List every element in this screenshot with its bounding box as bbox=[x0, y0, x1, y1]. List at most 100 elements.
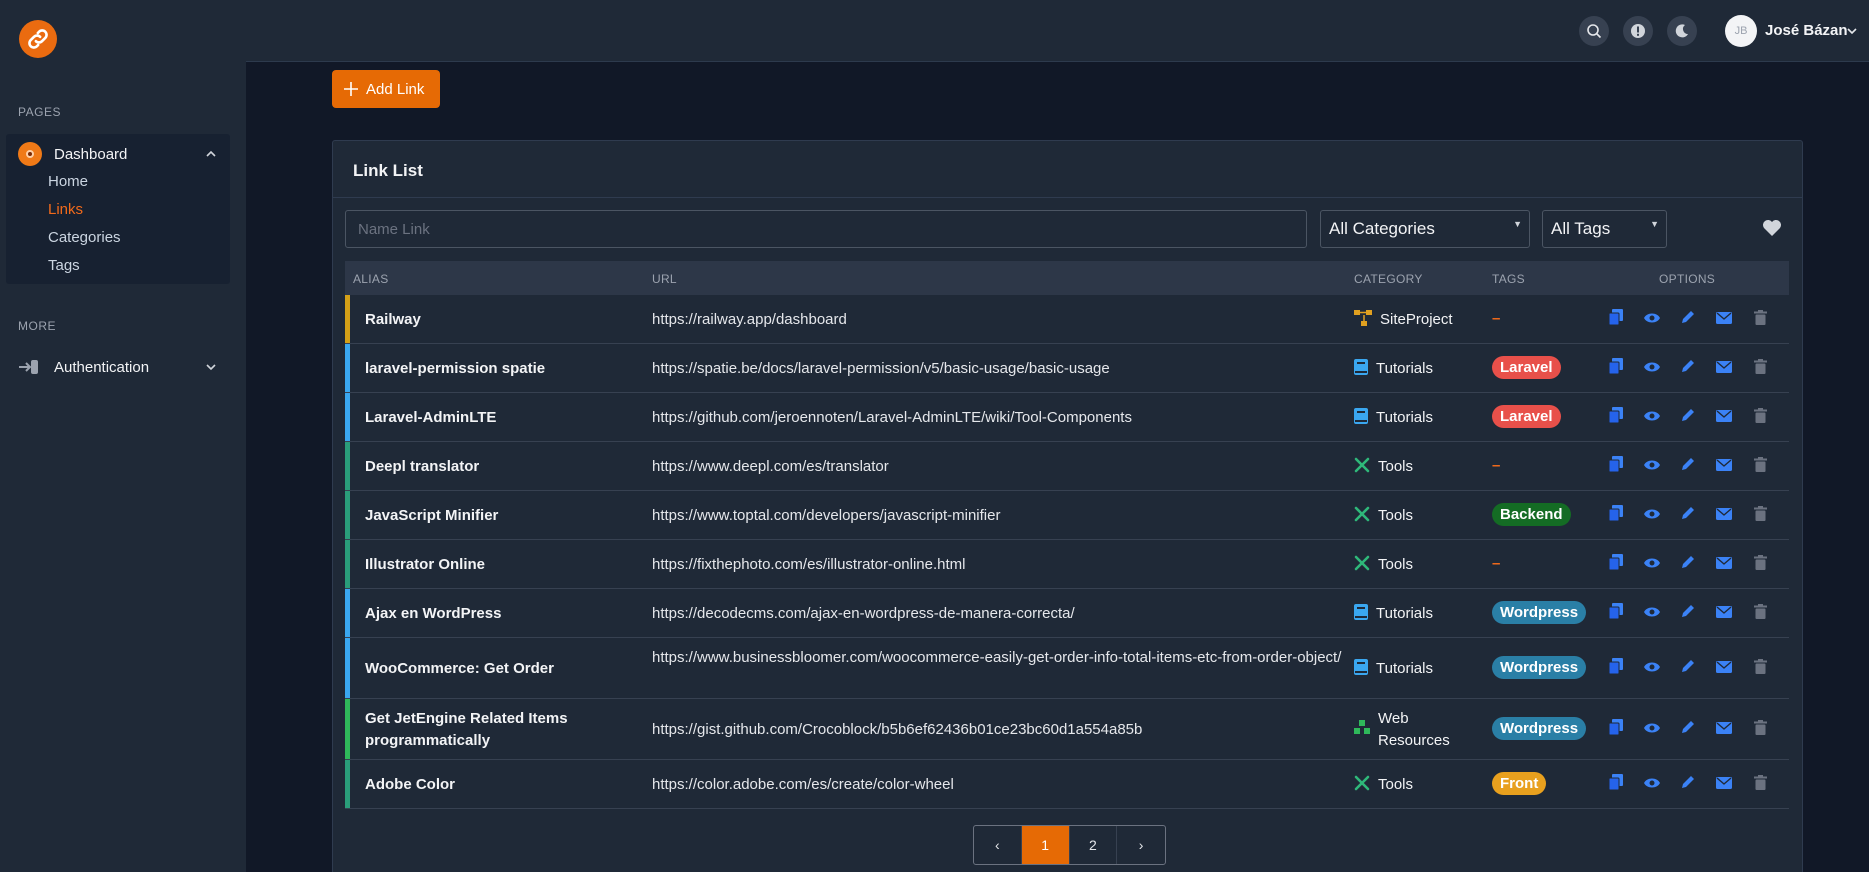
edit-button[interactable] bbox=[1679, 360, 1697, 378]
link-url[interactable]: https://fixthephoto.com/es/illustrator-o… bbox=[652, 554, 1342, 576]
category-select[interactable]: All Categories ▼ bbox=[1320, 210, 1530, 248]
trash-icon bbox=[1753, 309, 1767, 330]
copy-button[interactable] bbox=[1607, 774, 1625, 794]
name-link-input[interactable] bbox=[345, 210, 1307, 248]
tags-select[interactable]: All Tags ▼ bbox=[1542, 210, 1667, 248]
user-menu-chevron-icon[interactable] bbox=[1846, 25, 1858, 37]
add-link-button[interactable]: Add Link bbox=[332, 70, 440, 108]
copy-button[interactable] bbox=[1607, 407, 1625, 427]
no-tag-dash: – bbox=[1492, 309, 1501, 327]
email-button[interactable] bbox=[1715, 721, 1733, 739]
copy-button[interactable] bbox=[1607, 554, 1625, 574]
link-category: Tools bbox=[1354, 554, 1413, 576]
copy-button[interactable] bbox=[1607, 505, 1625, 525]
sidebar-item-home[interactable]: Home bbox=[48, 173, 88, 190]
link-url[interactable]: https://github.com/jeroennoten/Laravel-A… bbox=[652, 407, 1342, 429]
edit-button[interactable] bbox=[1679, 311, 1697, 329]
email-button[interactable] bbox=[1715, 360, 1733, 378]
link-logo-icon bbox=[28, 29, 48, 49]
email-button[interactable] bbox=[1715, 458, 1733, 476]
delete-button[interactable] bbox=[1751, 554, 1769, 574]
category-label: Tools bbox=[1378, 775, 1414, 793]
sidebar-item-links[interactable]: Links bbox=[48, 201, 83, 218]
table-row: Ajax en WordPress https://decodecms.com/a… bbox=[345, 589, 1789, 638]
view-button[interactable] bbox=[1643, 507, 1661, 525]
edit-button[interactable] bbox=[1679, 605, 1697, 623]
pagination-next[interactable]: › bbox=[1117, 826, 1165, 864]
delete-button[interactable] bbox=[1751, 456, 1769, 476]
view-button[interactable] bbox=[1643, 556, 1661, 574]
delete-button[interactable] bbox=[1751, 603, 1769, 623]
search-button[interactable] bbox=[1579, 16, 1609, 46]
category-color-bar bbox=[345, 491, 350, 539]
edit-button[interactable] bbox=[1679, 556, 1697, 574]
link-url[interactable]: https://decodecms.com/ajax-en-wordpress-… bbox=[652, 603, 1342, 625]
edit-button[interactable] bbox=[1679, 776, 1697, 794]
delete-button[interactable] bbox=[1751, 358, 1769, 378]
delete-button[interactable] bbox=[1751, 774, 1769, 794]
email-button[interactable] bbox=[1715, 556, 1733, 574]
table-row: Get JetEngine Related Items programmatic… bbox=[345, 699, 1789, 760]
avatar[interactable]: JB bbox=[1725, 15, 1757, 47]
row-options bbox=[1607, 774, 1769, 794]
link-url[interactable]: https://gist.github.com/Crocoblock/b5b6e… bbox=[652, 719, 1342, 741]
email-button[interactable] bbox=[1715, 409, 1733, 427]
email-button[interactable] bbox=[1715, 311, 1733, 329]
delete-button[interactable] bbox=[1751, 719, 1769, 739]
edit-button[interactable] bbox=[1679, 458, 1697, 476]
delete-button[interactable] bbox=[1751, 407, 1769, 427]
copy-button[interactable] bbox=[1607, 719, 1625, 739]
delete-button[interactable] bbox=[1751, 505, 1769, 525]
copy-button[interactable] bbox=[1607, 456, 1625, 476]
user-name[interactable]: José Bázan bbox=[1765, 22, 1848, 39]
theme-toggle-button[interactable] bbox=[1667, 16, 1697, 46]
pagination-page-1[interactable]: 1 bbox=[1021, 826, 1070, 864]
email-button[interactable] bbox=[1715, 776, 1733, 794]
view-button[interactable] bbox=[1643, 360, 1661, 378]
eye-icon bbox=[1643, 605, 1661, 623]
view-button[interactable] bbox=[1643, 311, 1661, 329]
edit-button[interactable] bbox=[1679, 409, 1697, 427]
view-button[interactable] bbox=[1643, 776, 1661, 794]
link-url[interactable]: https://www.businessbloomer.com/woocomme… bbox=[652, 647, 1342, 669]
mail-icon bbox=[1716, 660, 1732, 678]
sidebar-item-tags[interactable]: Tags bbox=[48, 257, 80, 274]
copy-button[interactable] bbox=[1607, 603, 1625, 623]
moon-icon bbox=[1675, 24, 1688, 38]
link-url[interactable]: https://color.adobe.com/es/create/color-… bbox=[652, 774, 1342, 796]
pagination-page-2[interactable]: 2 bbox=[1070, 826, 1118, 864]
view-button[interactable] bbox=[1643, 660, 1661, 678]
edit-button[interactable] bbox=[1679, 660, 1697, 678]
link-url[interactable]: https://www.toptal.com/developers/javasc… bbox=[652, 505, 1342, 527]
heart-icon[interactable] bbox=[1762, 219, 1782, 237]
view-button[interactable] bbox=[1643, 409, 1661, 427]
sidebar-item-authentication[interactable]: Authentication bbox=[18, 356, 218, 378]
email-button[interactable] bbox=[1715, 605, 1733, 623]
copy-icon bbox=[1608, 358, 1623, 379]
edit-button[interactable] bbox=[1679, 721, 1697, 739]
app-logo[interactable] bbox=[19, 20, 57, 58]
view-button[interactable] bbox=[1643, 605, 1661, 623]
email-button[interactable] bbox=[1715, 660, 1733, 678]
sidebar-item-categories[interactable]: Categories bbox=[48, 229, 121, 246]
email-button[interactable] bbox=[1715, 507, 1733, 525]
notifications-button[interactable] bbox=[1623, 16, 1653, 46]
copy-button[interactable] bbox=[1607, 309, 1625, 329]
category-label: Tutorials bbox=[1376, 659, 1433, 677]
edit-button[interactable] bbox=[1679, 507, 1697, 525]
view-button[interactable] bbox=[1643, 721, 1661, 739]
link-url[interactable]: https://railway.app/dashboard bbox=[652, 309, 1342, 331]
copy-button[interactable] bbox=[1607, 358, 1625, 379]
link-url[interactable]: https://spatie.be/docs/laravel-permissio… bbox=[652, 358, 1342, 380]
link-url[interactable]: https://www.deepl.com/es/translator bbox=[652, 456, 1342, 478]
row-options bbox=[1607, 603, 1769, 623]
eye-icon bbox=[1643, 556, 1661, 574]
pagination-prev[interactable]: ‹ bbox=[974, 826, 1022, 864]
copy-button[interactable] bbox=[1607, 658, 1625, 678]
delete-button[interactable] bbox=[1751, 658, 1769, 678]
edit-icon bbox=[1680, 774, 1696, 795]
view-button[interactable] bbox=[1643, 458, 1661, 476]
edit-icon bbox=[1680, 505, 1696, 526]
delete-button[interactable] bbox=[1751, 309, 1769, 330]
sidebar-item-dashboard[interactable]: Dashboard bbox=[18, 140, 218, 168]
